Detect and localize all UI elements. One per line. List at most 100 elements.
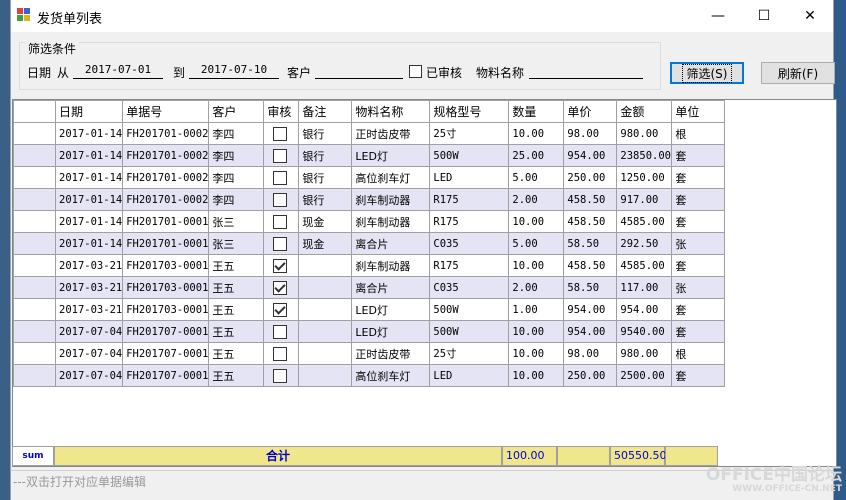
cell-unit[interactable]: 张 bbox=[671, 276, 726, 299]
cell-spec[interactable]: 500W bbox=[429, 298, 510, 321]
checkbox-icon[interactable] bbox=[273, 214, 288, 229]
cell-price[interactable]: 58.50 bbox=[563, 276, 618, 299]
cell-amount[interactable]: 917.00 bbox=[616, 188, 673, 211]
cell-quantity[interactable]: 10.00 bbox=[508, 122, 565, 145]
cell-audited[interactable] bbox=[263, 122, 300, 145]
cell-unit[interactable]: 套 bbox=[671, 298, 726, 321]
cell-audited[interactable] bbox=[263, 166, 300, 189]
row-header[interactable] bbox=[13, 122, 56, 145]
cell-material[interactable]: 高位刹车灯 bbox=[351, 364, 431, 387]
filter-button[interactable]: 筛选(S) bbox=[670, 62, 744, 84]
cell-customer[interactable]: 张三 bbox=[208, 232, 265, 255]
checkbox-icon[interactable] bbox=[273, 324, 288, 339]
cell-unit[interactable]: 套 bbox=[671, 320, 726, 343]
cell-unit[interactable]: 套 bbox=[671, 188, 726, 211]
row-header[interactable] bbox=[13, 188, 56, 211]
column-header-price[interactable]: 单价 bbox=[563, 100, 618, 123]
cell-note[interactable] bbox=[298, 364, 353, 387]
cell-customer[interactable]: 王五 bbox=[208, 320, 265, 343]
checkbox-icon[interactable] bbox=[273, 126, 288, 141]
cell-amount[interactable]: 954.00 bbox=[616, 298, 673, 321]
to-date-field[interactable]: 2017-07-10 bbox=[189, 62, 279, 79]
cell-amount[interactable]: 23850.00 bbox=[616, 144, 673, 167]
cell-unit[interactable]: 套 bbox=[671, 254, 726, 277]
checked-checkbox-icon[interactable] bbox=[273, 280, 288, 295]
cell-date[interactable]: 2017-03-21 bbox=[54, 254, 124, 277]
cell-audited[interactable] bbox=[263, 320, 300, 343]
cell-unit[interactable]: 套 bbox=[671, 364, 726, 387]
column-header-quantity[interactable]: 数量 bbox=[508, 100, 565, 123]
cell-customer[interactable]: 李四 bbox=[208, 188, 265, 211]
cell-quantity[interactable]: 5.00 bbox=[508, 166, 565, 189]
cell-note[interactable]: 银行 bbox=[298, 188, 353, 211]
cell-date[interactable]: 2017-01-14 bbox=[54, 188, 124, 211]
from-date-field[interactable]: 2017-07-01 bbox=[73, 62, 163, 79]
cell-price[interactable]: 458.50 bbox=[563, 210, 618, 233]
cell-unit[interactable]: 根 bbox=[671, 122, 726, 145]
cell-customer[interactable]: 王五 bbox=[208, 276, 265, 299]
cell-note[interactable]: 现金 bbox=[298, 232, 353, 255]
minimize-button[interactable]: — bbox=[695, 0, 741, 32]
column-header-note[interactable]: 备注 bbox=[298, 100, 353, 123]
cell-material[interactable]: LED灯 bbox=[351, 298, 431, 321]
checkbox-icon[interactable] bbox=[273, 170, 288, 185]
row-header[interactable] bbox=[13, 254, 56, 277]
data-grid[interactable]: 日期 单据号 客户 审核 备注 物料名称 规格型号 数量 单价 金额 单位 20… bbox=[12, 99, 837, 467]
column-header-spec[interactable]: 规格型号 bbox=[429, 100, 510, 123]
cell-amount[interactable]: 2500.00 bbox=[616, 364, 673, 387]
cell-note[interactable]: 银行 bbox=[298, 122, 353, 145]
table-row[interactable]: 2017-03-21 FH201703-0001 王五 LED灯 500W 1.00 954… bbox=[13, 298, 726, 321]
cell-audited[interactable] bbox=[263, 232, 300, 255]
cell-note[interactable] bbox=[298, 298, 353, 321]
table-row[interactable]: 2017-01-14 FH201701-0002 李四 银行 LED灯 500W 25.00… bbox=[13, 144, 726, 167]
cell-customer[interactable]: 王五 bbox=[208, 298, 265, 321]
cell-date[interactable]: 2017-07-04 bbox=[54, 320, 124, 343]
cell-spec[interactable]: LED bbox=[429, 364, 510, 387]
cell-audited[interactable] bbox=[263, 276, 300, 299]
cell-date[interactable]: 2017-01-14 bbox=[54, 232, 124, 255]
cell-date[interactable]: 2017-01-14 bbox=[54, 122, 124, 145]
cell-date[interactable]: 2017-01-14 bbox=[54, 166, 124, 189]
customer-field[interactable] bbox=[315, 62, 403, 79]
cell-note[interactable] bbox=[298, 342, 353, 365]
cell-customer[interactable]: 李四 bbox=[208, 122, 265, 145]
cell-quantity[interactable]: 10.00 bbox=[508, 342, 565, 365]
checked-checkbox-icon[interactable] bbox=[273, 302, 288, 317]
cell-quantity[interactable]: 25.00 bbox=[508, 144, 565, 167]
cell-customer[interactable]: 李四 bbox=[208, 166, 265, 189]
row-header[interactable] bbox=[13, 276, 56, 299]
cell-amount[interactable]: 980.00 bbox=[616, 342, 673, 365]
cell-quantity[interactable]: 10.00 bbox=[508, 364, 565, 387]
cell-number[interactable]: FH201701-0001 bbox=[122, 210, 210, 233]
cell-date[interactable]: 2017-01-14 bbox=[54, 210, 124, 233]
row-header[interactable] bbox=[13, 166, 56, 189]
cell-number[interactable]: FH201701-0002 bbox=[122, 144, 210, 167]
cell-price[interactable]: 250.00 bbox=[563, 364, 618, 387]
checked-checkbox-icon[interactable] bbox=[273, 258, 288, 273]
cell-unit[interactable]: 套 bbox=[671, 144, 726, 167]
cell-amount[interactable]: 9540.00 bbox=[616, 320, 673, 343]
cell-number[interactable]: FH201707-0001 bbox=[122, 320, 210, 343]
cell-price[interactable]: 98.00 bbox=[563, 342, 618, 365]
cell-amount[interactable]: 292.50 bbox=[616, 232, 673, 255]
cell-note[interactable]: 银行 bbox=[298, 166, 353, 189]
cell-note[interactable]: 现金 bbox=[298, 210, 353, 233]
row-header[interactable] bbox=[13, 342, 56, 365]
table-row[interactable]: 2017-07-04 FH201707-0001 王五 正时齿皮带 25寸 10.00 98… bbox=[13, 342, 726, 365]
checkbox-icon[interactable] bbox=[273, 236, 288, 251]
cell-quantity[interactable]: 10.00 bbox=[508, 320, 565, 343]
table-row[interactable]: 2017-03-21 FH201703-0001 王五 刹车制动器 R175 10.00 4… bbox=[13, 254, 726, 277]
cell-spec[interactable]: C035 bbox=[429, 276, 510, 299]
cell-material[interactable]: 离合片 bbox=[351, 276, 431, 299]
cell-material[interactable]: 刹车制动器 bbox=[351, 188, 431, 211]
cell-price[interactable]: 458.50 bbox=[563, 254, 618, 277]
cell-number[interactable]: FH201701-0002 bbox=[122, 122, 210, 145]
table-row[interactable]: 2017-03-21 FH201703-0001 王五 离合片 C035 2.00 58.5… bbox=[13, 276, 726, 299]
table-row[interactable]: 2017-01-14 FH201701-0001 张三 现金 离合片 C035 5.00 58… bbox=[13, 232, 726, 255]
cell-audited[interactable] bbox=[263, 364, 300, 387]
row-header[interactable] bbox=[13, 320, 56, 343]
cell-price[interactable]: 954.00 bbox=[563, 298, 618, 321]
cell-material[interactable]: 离合片 bbox=[351, 232, 431, 255]
cell-spec[interactable]: 25寸 bbox=[429, 342, 510, 365]
cell-material[interactable]: LED灯 bbox=[351, 320, 431, 343]
